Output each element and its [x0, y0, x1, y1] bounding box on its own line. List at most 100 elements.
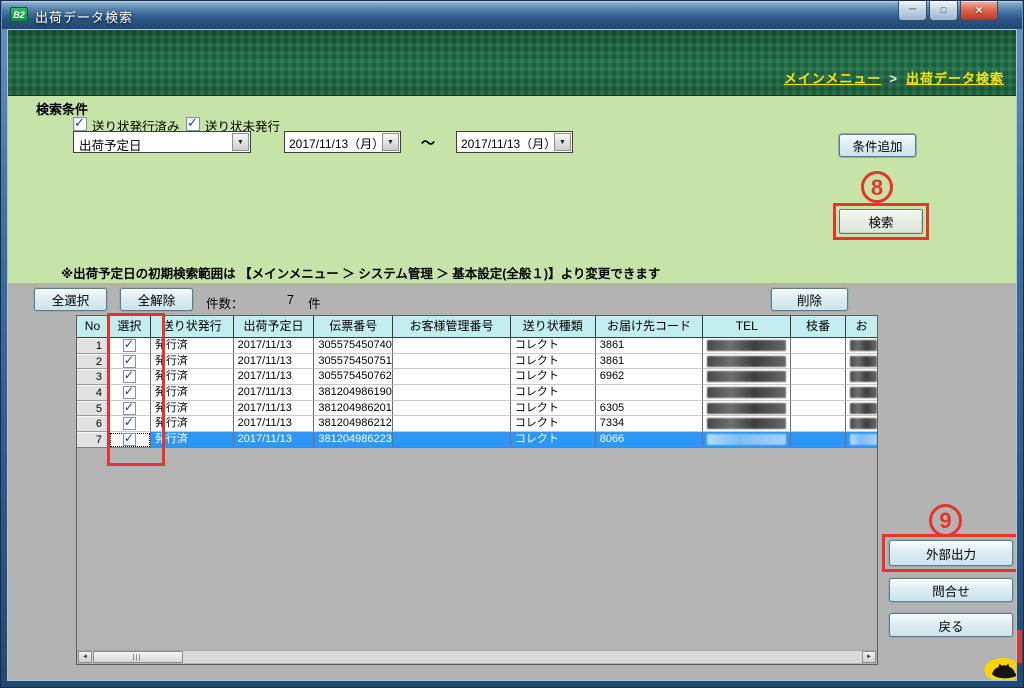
- row-number-cell: 4: [77, 385, 109, 401]
- row-checkbox[interactable]: ✓: [123, 386, 136, 399]
- add-condition-button[interactable]: 条件追加: [839, 134, 916, 157]
- app-window: B2 出荷データ検索 ─ □ × メインメニュー>出荷データ検索 検索条件 ✓ …: [0, 0, 1024, 688]
- select-all-button[interactable]: 全選択: [34, 288, 107, 311]
- not-issued-checkbox[interactable]: ✓: [186, 117, 200, 131]
- masked-tel: [707, 434, 786, 445]
- red-edge-mark: [1017, 630, 1022, 663]
- column-header[interactable]: お: [846, 316, 877, 337]
- branch-number-cell: [791, 338, 846, 354]
- close-icon: ×: [975, 3, 982, 17]
- destination-code-cell: 3861: [596, 338, 704, 354]
- slip-number-cell: 305575450762: [314, 369, 393, 385]
- chevron-down-icon[interactable]: ▼: [232, 133, 249, 151]
- export-button[interactable]: 外部出力: [889, 540, 1013, 566]
- chevron-down-icon[interactable]: ▼: [554, 133, 571, 151]
- breadcrumb-current-link[interactable]: 出荷データ検索: [906, 71, 1004, 86]
- masked-tel: [707, 356, 786, 367]
- table-row[interactable]: 1✓発行済2017/11/13305575450740コレクト3861: [77, 338, 877, 354]
- row-checkbox[interactable]: ✓: [123, 355, 136, 368]
- column-header[interactable]: 送り状種類: [511, 316, 596, 337]
- column-header[interactable]: 出荷予定日: [234, 316, 315, 337]
- column-header[interactable]: TEL: [703, 316, 791, 337]
- row-select-cell[interactable]: ✓: [109, 401, 151, 417]
- row-checkbox[interactable]: ✓: [123, 370, 136, 383]
- name-cell: [846, 369, 877, 385]
- row-number-cell: 1: [77, 338, 109, 354]
- row-checkbox[interactable]: ✓: [123, 339, 136, 352]
- issue-status-cell: 発行済: [151, 416, 234, 432]
- invoice-type-cell: コレクト: [511, 416, 596, 432]
- close-button[interactable]: ×: [960, 1, 998, 21]
- name-cell: [846, 432, 877, 448]
- search-field-select[interactable]: 出荷予定日 ▼: [73, 131, 251, 153]
- table-row[interactable]: 5✓発行済2017/11/13381204986201コレクト6305: [77, 401, 877, 417]
- issue-status-cell: 発行済: [151, 385, 234, 401]
- check-icon: ✓: [187, 115, 198, 131]
- scroll-right-button[interactable]: ►: [862, 651, 876, 663]
- row-select-cell[interactable]: ✓: [109, 338, 151, 354]
- masked-name: [850, 371, 877, 382]
- masked-name: [850, 356, 877, 367]
- issued-checkbox[interactable]: ✓: [73, 117, 87, 131]
- inquiry-button[interactable]: 問合せ: [889, 578, 1013, 602]
- column-header[interactable]: 送り状発行: [151, 316, 234, 337]
- masked-tel: [707, 371, 786, 382]
- ship-date-cell: 2017/11/13: [234, 369, 315, 385]
- masked-name: [850, 418, 877, 429]
- masked-tel: [707, 340, 786, 351]
- column-header[interactable]: 伝票番号: [314, 316, 393, 337]
- issue-status-cell: 発行済: [151, 338, 234, 354]
- row-checkbox[interactable]: ✓: [123, 433, 136, 446]
- customer-number-cell: [393, 369, 511, 385]
- scrollbar-grip-icon: [133, 654, 142, 661]
- row-checkbox[interactable]: ✓: [123, 417, 136, 430]
- scroll-left-button[interactable]: ◄: [78, 651, 92, 663]
- column-header[interactable]: お客様管理番号: [393, 316, 511, 337]
- column-header[interactable]: 選択: [109, 316, 151, 337]
- name-cell: [846, 401, 877, 417]
- row-checkbox[interactable]: ✓: [123, 402, 136, 415]
- row-number-cell: 6: [77, 416, 109, 432]
- check-icon: ✓: [124, 369, 134, 382]
- maximize-button[interactable]: □: [929, 1, 958, 21]
- invoice-type-cell: コレクト: [511, 432, 596, 448]
- table-row[interactable]: 7✓発行済2017/11/13381204986223コレクト8066: [77, 432, 877, 448]
- ship-date-cell: 2017/11/13: [234, 416, 315, 432]
- scrollbar-thumb[interactable]: [93, 651, 183, 663]
- table-row[interactable]: 3✓発行済2017/11/13305575450762コレクト6962: [77, 369, 877, 385]
- delete-button[interactable]: 削除: [771, 288, 848, 311]
- date-from-select[interactable]: 2017/11/13（月） ▼: [284, 131, 401, 153]
- back-button[interactable]: 戻る: [889, 613, 1013, 637]
- masked-name: [850, 434, 877, 445]
- column-header[interactable]: 枝番: [791, 316, 846, 337]
- destination-code-cell: 3861: [596, 354, 704, 370]
- row-select-cell[interactable]: ✓: [109, 385, 151, 401]
- slip-number-cell: 381204986201: [314, 401, 393, 417]
- row-select-cell[interactable]: ✓: [109, 416, 151, 432]
- ship-date-cell: 2017/11/13: [234, 401, 315, 417]
- table-row[interactable]: 6✓発行済2017/11/13381204986212コレクト7334: [77, 416, 877, 432]
- app-icon-b2: B2: [10, 7, 28, 22]
- table-row[interactable]: 4✓発行済2017/11/13381204986190コレクト: [77, 385, 877, 401]
- deselect-all-button[interactable]: 全解除: [120, 288, 193, 311]
- minimize-button[interactable]: ─: [898, 1, 927, 21]
- ship-date-cell: 2017/11/13: [234, 385, 315, 401]
- breadcrumb-main-menu-link[interactable]: メインメニュー: [784, 71, 882, 86]
- horizontal-scrollbar[interactable]: ◄ ►: [78, 650, 876, 663]
- table-row[interactable]: 2✓発行済2017/11/13305575450751コレクト3861: [77, 354, 877, 370]
- scroll-right-icon: ►: [866, 654, 872, 660]
- table-body: 1✓発行済2017/11/13305575450740コレクト38612✓発行済…: [77, 338, 877, 448]
- column-header[interactable]: No: [77, 316, 109, 337]
- window-title: 出荷データ検索: [35, 7, 133, 26]
- row-select-cell[interactable]: ✓: [109, 369, 151, 385]
- slip-number-cell: 381204986190: [314, 385, 393, 401]
- row-select-cell[interactable]: ✓: [109, 432, 151, 448]
- row-select-cell[interactable]: ✓: [109, 354, 151, 370]
- masked-tel: [707, 403, 786, 414]
- column-header[interactable]: お届け先コード: [596, 316, 704, 337]
- row-number-cell: 2: [77, 354, 109, 370]
- date-to-select[interactable]: 2017/11/13（月） ▼: [456, 131, 573, 153]
- chevron-down-icon[interactable]: ▼: [382, 133, 399, 151]
- search-button[interactable]: 検索: [839, 209, 923, 234]
- issue-status-cell: 発行済: [151, 354, 234, 370]
